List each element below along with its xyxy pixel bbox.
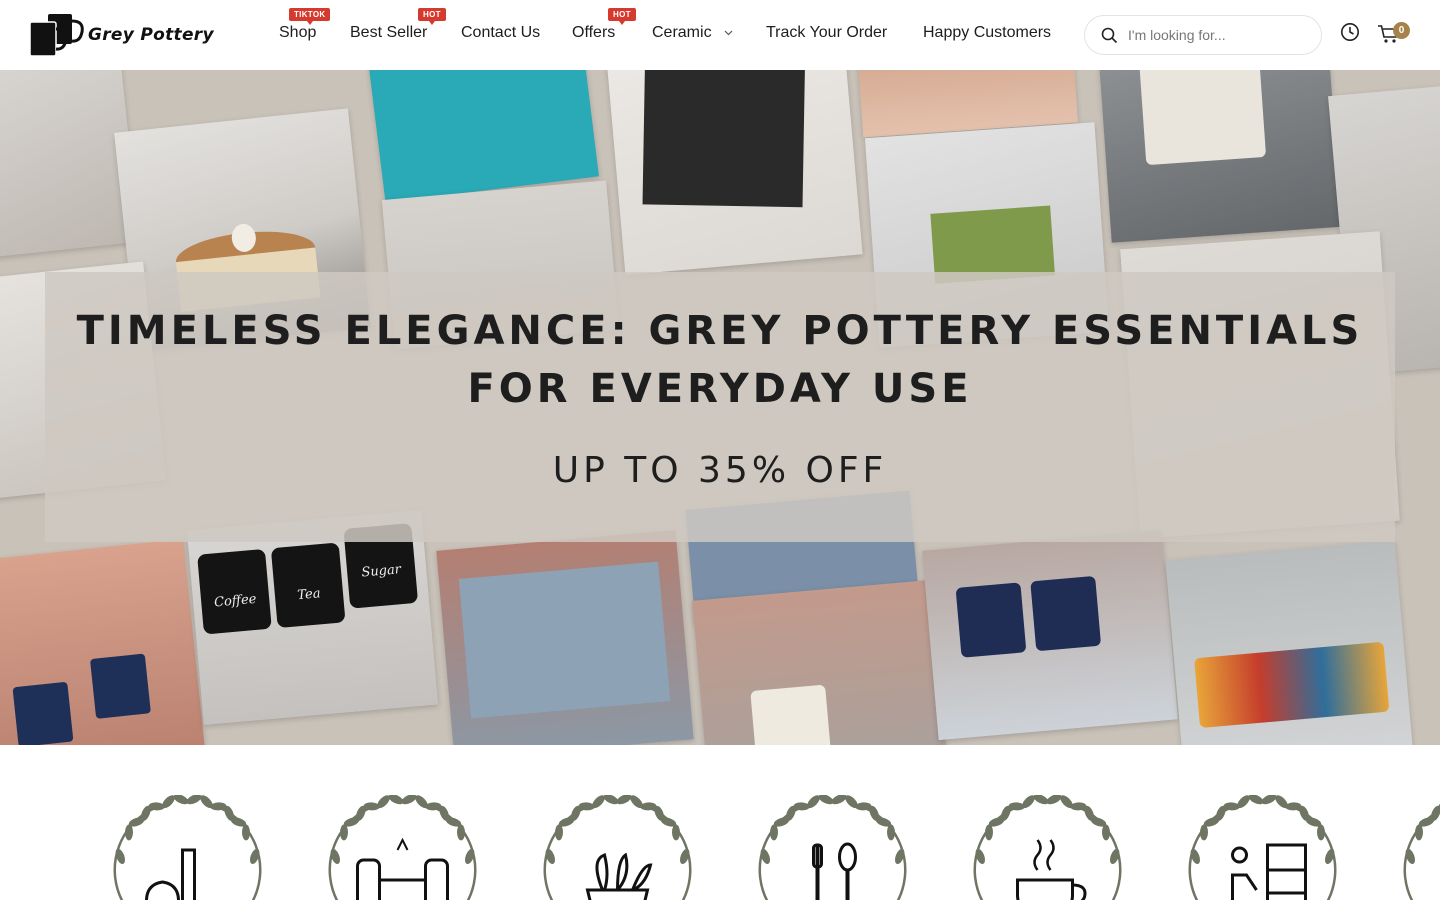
dining-set-icon: [328, 794, 477, 900]
nav-item-offers[interactable]: HOT Offers: [572, 8, 636, 42]
hero-discount-text: UP TO 35% OFF: [552, 450, 888, 491]
category-vases[interactable]: [100, 794, 275, 900]
more-icon: [1403, 802, 1440, 900]
category-planters[interactable]: [530, 794, 705, 900]
recently-viewed-clock-icon[interactable]: [1340, 22, 1360, 42]
chevron-down-icon: [724, 30, 733, 36]
jar-label: Coffee: [197, 548, 272, 635]
brand-logo[interactable]: Grey Pottery: [28, 12, 214, 58]
product-photo-tile: [692, 579, 948, 745]
nav-label: Contact Us: [461, 24, 541, 41]
cutlery-icon: [758, 794, 907, 900]
category-cutlery[interactable]: [745, 794, 920, 900]
nav-label: Offers: [572, 24, 616, 41]
brand-name: Grey Pottery: [88, 25, 214, 45]
home-decor-icon: [1188, 794, 1337, 900]
category-strip: [0, 745, 1440, 900]
nav-label: Best Seller: [350, 24, 428, 41]
nav-item-shop[interactable]: TIKTOK Shop: [279, 8, 331, 42]
mug-logo-icon: [29, 14, 84, 57]
nav-item-ceramic[interactable]: Ceramic: [652, 24, 733, 42]
product-photo-tile: [0, 538, 206, 745]
nav-item-contact-us[interactable]: Contact Us: [461, 24, 540, 42]
product-photo-tile: [436, 529, 694, 745]
nav-item-track-order[interactable]: Track Your Order: [766, 24, 887, 42]
category-more[interactable]: [1390, 795, 1440, 900]
nav-label: Happy Customers: [923, 24, 1052, 41]
nav-label: Track Your Order: [766, 24, 888, 41]
category-home-decor[interactable]: [1175, 794, 1350, 900]
product-photo-tile: [366, 70, 599, 203]
coffee-cup-icon: [973, 794, 1122, 900]
jars-photo-tile: Coffee Tea Sugar: [186, 510, 439, 725]
nav-label: Shop: [279, 24, 317, 41]
nav-badge-hot: HOT: [608, 8, 636, 25]
product-photo-tile: [922, 529, 1178, 741]
search-input[interactable]: [1128, 27, 1308, 43]
jar-label: Tea: [270, 542, 346, 629]
search-icon[interactable]: [1101, 27, 1118, 44]
nav-badge-hot: HOT: [418, 8, 446, 25]
hero-title: TIMELESS ELEGANCE: GREY POTTERY ESSENTIA…: [76, 308, 1364, 412]
planters-icon: [543, 794, 692, 900]
cart-count-badge: 0: [1393, 22, 1410, 39]
category-dining-set[interactable]: [315, 794, 490, 900]
nav-label: Ceramic: [652, 24, 712, 41]
site-header: Grey Pottery TIKTOK Shop HOT Best Seller…: [0, 0, 1440, 70]
product-photo-tile: [605, 70, 863, 275]
hero-banner[interactable]: Coffee Tea Sugar TIMELESS ELEGANCE: GREY…: [0, 70, 1440, 745]
category-coffee-cup[interactable]: [960, 794, 1135, 900]
nav-badge-tiktok: TIKTOK: [289, 8, 331, 25]
nav-item-happy-customers[interactable]: Happy Customers: [923, 24, 1051, 42]
product-photo-tile: [1098, 70, 1342, 243]
spice-jars-photo-tile: [1165, 540, 1415, 745]
vases-icon: [113, 794, 262, 900]
nav-item-best-seller[interactable]: HOT Best Seller: [350, 8, 446, 42]
search-box[interactable]: [1084, 15, 1322, 55]
